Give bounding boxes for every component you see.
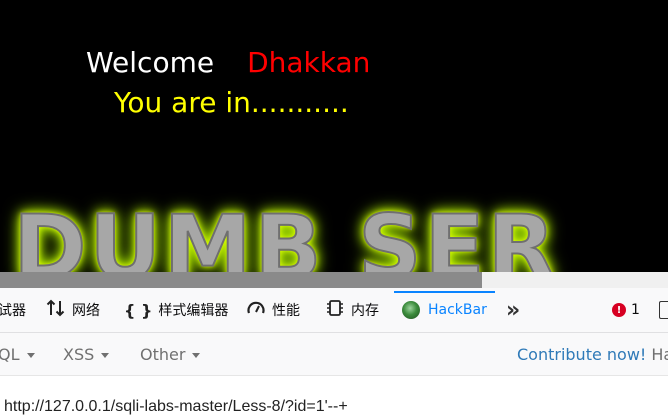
xss-menu[interactable]: XSS bbox=[63, 333, 110, 375]
tab-hackbar[interactable]: HackBar bbox=[394, 288, 495, 332]
hackbar-url-area bbox=[0, 376, 668, 419]
memory-chip-icon bbox=[325, 299, 345, 321]
more-tools-button[interactable]: » bbox=[506, 288, 520, 332]
contribute-tail: Ha bbox=[651, 344, 668, 364]
sql-menu[interactable]: QL bbox=[0, 333, 35, 375]
url-input[interactable] bbox=[0, 396, 668, 418]
scrollbar-thumb[interactable] bbox=[0, 272, 482, 288]
contribute-link[interactable]: Contribute now!Ha bbox=[517, 333, 668, 375]
devtools-panel: 试器 网络 { } 样式编辑器 性能 内存 HackBar » ! 1 QL X… bbox=[0, 288, 668, 419]
dumb-series-banner: I DUMB SER bbox=[0, 195, 559, 272]
welcome-line: Welcome Dhakkan bbox=[86, 46, 370, 79]
tab-network-label: 网络 bbox=[72, 303, 100, 319]
tab-memory[interactable]: 内存 bbox=[325, 288, 379, 332]
xss-menu-label: XSS bbox=[63, 344, 95, 364]
tab-style-editor-label: 样式编辑器 bbox=[158, 303, 229, 319]
tab-debugger-label: 试器 bbox=[0, 303, 26, 319]
chevron-down-icon bbox=[26, 352, 35, 358]
tab-performance-label: 性能 bbox=[272, 303, 300, 319]
error-icon: ! bbox=[612, 303, 626, 317]
page-viewport: Welcome Dhakkan You are in........... I D… bbox=[0, 0, 668, 272]
error-count: 1 bbox=[631, 302, 640, 318]
double-chevron-icon: » bbox=[506, 297, 521, 323]
error-counter[interactable]: ! 1 bbox=[612, 288, 640, 332]
contribute-label: Contribute now! bbox=[517, 344, 647, 364]
devtools-tabbar: 试器 网络 { } 样式编辑器 性能 内存 HackBar » ! 1 bbox=[0, 288, 668, 333]
split-console-icon[interactable] bbox=[659, 301, 668, 319]
tab-memory-label: 内存 bbox=[351, 303, 379, 319]
user-name: Dhakkan bbox=[247, 46, 371, 79]
other-menu[interactable]: Other bbox=[140, 333, 201, 375]
hackbar-toolbar: QL XSS Other Contribute now!Ha bbox=[0, 333, 668, 376]
login-status-text: You are in........... bbox=[114, 86, 349, 119]
chevron-down-icon bbox=[101, 352, 110, 358]
chevron-down-icon bbox=[192, 352, 201, 358]
tab-debugger[interactable]: 试器 bbox=[0, 288, 26, 332]
horizontal-scrollbar[interactable] bbox=[0, 272, 668, 288]
hackbar-icon bbox=[402, 301, 420, 319]
braces-icon: { } bbox=[124, 300, 153, 320]
tab-performance[interactable]: 性能 bbox=[246, 288, 300, 332]
other-menu-label: Other bbox=[140, 344, 186, 364]
network-arrows-icon bbox=[46, 299, 66, 321]
welcome-text: Welcome bbox=[86, 46, 215, 79]
tab-network[interactable]: 网络 bbox=[46, 288, 100, 332]
gauge-icon bbox=[246, 299, 266, 321]
sql-menu-label: QL bbox=[0, 344, 20, 364]
tab-hackbar-label: HackBar bbox=[428, 302, 487, 318]
tab-style-editor[interactable]: { } 样式编辑器 bbox=[124, 288, 228, 332]
